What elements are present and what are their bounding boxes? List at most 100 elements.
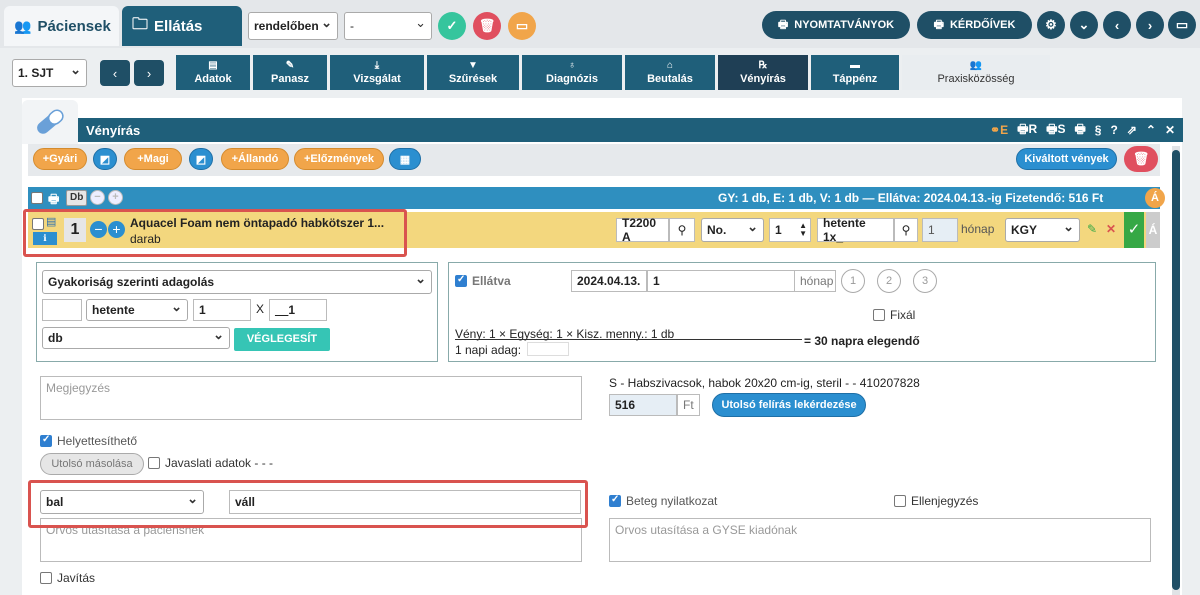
dosage-mode-select[interactable]: Gyakoriság szerinti adagolás bbox=[42, 270, 432, 294]
last-copy-button[interactable]: Utolsó másolása bbox=[40, 453, 144, 475]
served-label[interactable]: Ellátva bbox=[455, 274, 511, 288]
summary-badge: Á bbox=[1145, 188, 1165, 208]
tab-adatok[interactable]: ▤ Adatok bbox=[176, 55, 250, 90]
cancel-icon[interactable]: ✕ bbox=[1106, 222, 1116, 236]
sjt-select[interactable]: 1. SJT bbox=[12, 59, 87, 87]
tab-szuresek[interactable]: ▼ Szűrések bbox=[427, 55, 519, 90]
item-end-badge: Á bbox=[1146, 212, 1160, 248]
add-magi-button[interactable]: +Magi bbox=[124, 148, 182, 170]
tab-tappenz[interactable]: ▬ Táppénz bbox=[811, 55, 899, 90]
questionnaires-button[interactable]: 🖶 KÉRDŐÍVEK bbox=[917, 11, 1032, 39]
panel-title-bar: Vényírás ⚭E 🖶R 🖶S 🖶 § ? ⇗ ⌃ ✕ bbox=[78, 118, 1183, 142]
db-label: Db bbox=[66, 190, 88, 206]
help-icon[interactable]: ? bbox=[1110, 123, 1117, 137]
stethoscope-icon: ♁ bbox=[568, 59, 576, 71]
confirm-icon[interactable]: ✓ bbox=[1124, 212, 1144, 248]
no-select[interactable]: No. bbox=[701, 218, 764, 242]
patient-declaration-checkbox[interactable]: Beteg nyilatkozat bbox=[609, 494, 717, 508]
month-circle-1[interactable]: 1 bbox=[841, 269, 865, 293]
doctor-gyse-textarea[interactable]: Orvos utasítása a GYSE kiadónak bbox=[609, 518, 1151, 562]
select-all-checkbox[interactable] bbox=[31, 192, 43, 204]
product-description: S - Habszivacsok, habok 20x20 cm-ig, ste… bbox=[609, 376, 920, 390]
dose-amount-field[interactable]: 1 bbox=[193, 299, 251, 321]
month-circle-2[interactable]: 2 bbox=[877, 269, 901, 293]
tab-panasz[interactable]: ✎ Panasz bbox=[253, 55, 327, 90]
delete-all-icon[interactable]: 🗑 bbox=[1124, 146, 1158, 172]
months-field[interactable]: 1 bbox=[922, 218, 958, 242]
doc-icon: ▤ bbox=[208, 59, 218, 71]
minus-icon[interactable]: − bbox=[90, 190, 105, 205]
title-icons: ⚭E 🖶R 🖶S 🖶 § ? ⇗ ⌃ ✕ bbox=[990, 118, 1175, 142]
print-icon[interactable]: 🖶 bbox=[1074, 120, 1085, 141]
tab-venyiras[interactable]: ℞ Vényírás bbox=[718, 55, 808, 90]
product-code-field[interactable]: T2200 A bbox=[616, 216, 669, 244]
rx-icon: ℞ bbox=[758, 59, 768, 71]
dose-times-field[interactable]: __ 1 bbox=[269, 299, 327, 321]
daily-dose-field[interactable] bbox=[527, 342, 569, 356]
served-months-field[interactable]: 1 bbox=[647, 270, 795, 292]
tab-diagnozis[interactable]: ♁ Diagnózis bbox=[522, 55, 622, 90]
prev-icon[interactable]: ‹ bbox=[100, 60, 130, 86]
link-icon[interactable]: ⚭E bbox=[990, 123, 1008, 137]
chevron-down-icon[interactable]: ⌄ bbox=[1070, 11, 1098, 39]
price-field[interactable]: 516 bbox=[609, 394, 677, 416]
close-icon[interactable]: ✕ bbox=[1165, 123, 1175, 137]
last-query-button[interactable]: Utolsó felírás lekérdezése bbox=[712, 393, 866, 417]
add-allando-button[interactable]: +Állandó bbox=[221, 148, 289, 170]
edit-box-icon[interactable]: ◩ bbox=[93, 148, 117, 170]
note-textarea[interactable]: Megjegyzés bbox=[40, 376, 582, 420]
tab-care[interactable]: 🗀 Ellátás bbox=[122, 6, 242, 46]
correction-checkbox[interactable]: Javítás bbox=[40, 571, 95, 585]
dose-start-field[interactable] bbox=[42, 299, 82, 321]
next-icon[interactable]: › bbox=[134, 60, 164, 86]
chevron-right-icon[interactable]: › bbox=[1136, 11, 1164, 39]
print-icon-small[interactable]: 🖶 bbox=[48, 190, 59, 211]
chevron-left-icon[interactable]: ‹ bbox=[1103, 11, 1131, 39]
edit-box-icon-2[interactable]: ◩ bbox=[189, 148, 213, 170]
kgy-select[interactable]: KGY bbox=[1005, 218, 1080, 242]
folder-open-icon[interactable]: ▭ bbox=[508, 12, 536, 40]
daily-dose-label: 1 napi adag: bbox=[455, 343, 522, 357]
office-select[interactable]: rendelőben bbox=[248, 12, 338, 40]
count-stepper[interactable]: 1 ▲ ▼ bbox=[769, 218, 811, 242]
add-gyari-button[interactable]: +Gyári bbox=[33, 148, 87, 170]
share-icon[interactable]: ⇗ bbox=[1127, 123, 1137, 137]
panel-title: Vényírás bbox=[86, 122, 141, 138]
dash-select[interactable]: - bbox=[344, 12, 432, 40]
kivaltott-venyek-button[interactable]: Kiváltott vények bbox=[1016, 148, 1117, 170]
edit-icon: ✎ bbox=[285, 59, 295, 71]
forms-button[interactable]: 🖶 NYOMTATVÁNYOK bbox=[762, 11, 910, 39]
trash-icon[interactable]: 🗑 bbox=[473, 12, 501, 40]
period-select[interactable]: hetente bbox=[86, 299, 188, 321]
dose-unit-select[interactable]: db bbox=[42, 327, 230, 349]
print-r-icon[interactable]: 🖶R bbox=[1017, 120, 1037, 141]
proposal-checkbox[interactable]: Javaslati adatok - - - bbox=[148, 456, 273, 470]
add-elozmenyek-button[interactable]: +Előzmények bbox=[294, 148, 384, 170]
gear-icon[interactable]: ⚙ bbox=[1037, 11, 1065, 39]
fix-checkbox[interactable]: Fixál bbox=[873, 308, 915, 322]
plus-icon[interactable]: + bbox=[108, 190, 123, 205]
countersign-checkbox[interactable]: Ellenjegyzés bbox=[894, 494, 978, 508]
substitutable-checkbox[interactable]: Helyettesíthető bbox=[40, 434, 137, 448]
pill-icon bbox=[22, 100, 78, 144]
collapse-icon[interactable]: ⌃ bbox=[1146, 123, 1156, 137]
tab-praxiskozosseg[interactable]: 👥 Praxisközösség bbox=[902, 55, 1050, 90]
pencil-icon[interactable]: ✎ bbox=[1087, 222, 1097, 236]
frequency-field[interactable]: hetente 1x_ bbox=[817, 216, 894, 244]
search-icon[interactable]: ⚲ bbox=[669, 218, 695, 242]
print-s-icon[interactable]: 🖶S bbox=[1046, 120, 1065, 141]
calendar-icon[interactable]: ▦ bbox=[389, 148, 421, 170]
monitor-icon[interactable]: ▭ bbox=[1168, 11, 1196, 39]
summary-text: GY: 1 db, E: 1 db, V: 1 db — Ellátva: 20… bbox=[718, 191, 1104, 205]
served-date-field[interactable]: 2024.04.13. bbox=[571, 270, 647, 292]
filter-icon: ▼ bbox=[468, 59, 478, 71]
month-circle-3[interactable]: 3 bbox=[913, 269, 937, 293]
paragraph-icon[interactable]: § bbox=[1095, 123, 1102, 137]
tab-patients[interactable]: 👥 Páciensek bbox=[4, 6, 119, 46]
tab-beutalas[interactable]: ⌂ Beutalás bbox=[625, 55, 715, 90]
finalize-button[interactable]: VÉGLEGESÍT bbox=[234, 328, 330, 351]
search-icon-2[interactable]: ⚲ bbox=[894, 218, 918, 242]
check-list-icon[interactable]: ✓ bbox=[438, 12, 466, 40]
panel-scrollbar[interactable] bbox=[1172, 146, 1180, 595]
tab-vizsgalat[interactable]: ⤓ Vizsgálat bbox=[330, 55, 424, 90]
